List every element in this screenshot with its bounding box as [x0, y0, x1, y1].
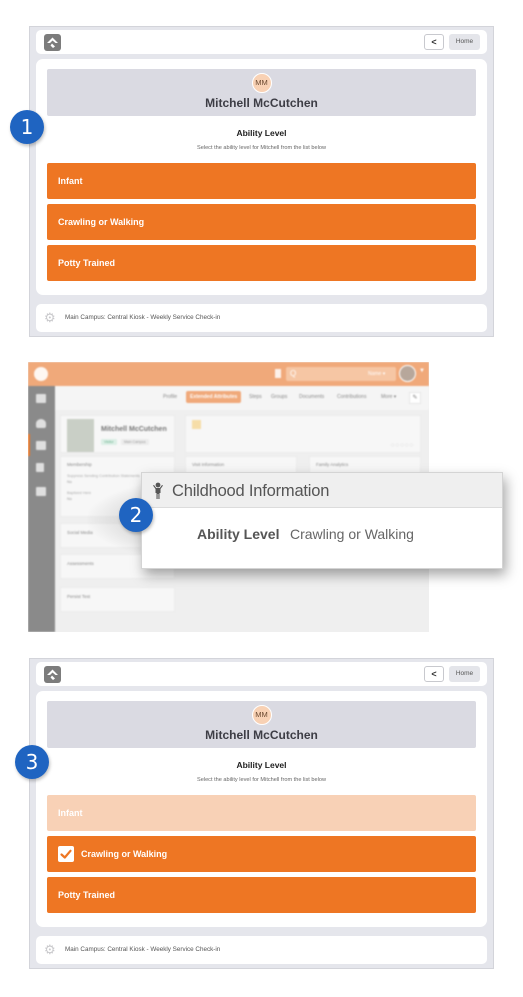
kiosk-footer: ⚙ Main Campus: Central Kiosk - Weekly Se… — [36, 304, 487, 332]
step-badge-3: 3 — [15, 745, 49, 779]
page-subtitle: Select the ability level for Mitchell fr… — [196, 145, 327, 151]
kiosk-footer: ⚙ Main Campus: Central Kiosk - Weekly Se… — [36, 936, 487, 964]
kiosk-screen-selected: < Home MM Mitchell McCutchen Ability Lev… — [29, 658, 494, 969]
status-badge: Visitor — [101, 439, 117, 445]
persist-test-heading: Persist Test — [67, 594, 91, 599]
child-icon — [152, 482, 164, 500]
ability-level-label: Ability Level — [197, 526, 280, 542]
gear-icon[interactable]: ⚙ — [44, 943, 57, 956]
rock-sidebar — [28, 386, 55, 632]
person-banner: MM Mitchell McCutchen — [47, 701, 476, 748]
panel-header: Childhood Information — [142, 473, 502, 508]
option-infant[interactable]: Infant — [47, 163, 476, 199]
back-button[interactable]: < — [424, 666, 444, 682]
person-name: Mitchell McCutchen — [101, 426, 167, 433]
search-type-dropdown[interactable]: Name ▾ — [368, 367, 385, 381]
dashboard-icon[interactable] — [36, 394, 46, 403]
home-button[interactable]: Home — [449, 666, 480, 682]
avatar: MM — [251, 705, 272, 725]
ability-level-value: Crawling or Walking — [290, 526, 414, 542]
family-icon — [192, 420, 201, 429]
tab-profile[interactable]: Profile — [163, 394, 177, 400]
badges-row: ○○○○○ — [390, 442, 414, 449]
chevron-down-icon[interactable]: ▼ — [419, 368, 425, 374]
home-button[interactable]: Home — [449, 34, 480, 50]
admin-icon[interactable] — [36, 487, 46, 496]
tab-steps[interactable]: Steps — [249, 394, 262, 400]
step-badge-1: 1 — [10, 110, 44, 144]
option-infant[interactable]: Infant — [47, 795, 476, 831]
person-bio-card: Mitchell McCutchen Visitor Main Campus — [60, 415, 175, 453]
campus-badge: Main Campus — [121, 439, 149, 445]
person-photo — [67, 419, 94, 452]
person-banner: MM Mitchell McCutchen — [47, 69, 476, 116]
user-avatar[interactable] — [399, 365, 416, 382]
kiosk-main-card: MM Mitchell McCutchen Ability Level Sele… — [36, 59, 487, 295]
wrench-icon[interactable] — [36, 463, 44, 472]
tab-more[interactable]: More ▾ — [381, 394, 396, 400]
bookmark-icon[interactable] — [275, 369, 281, 378]
kiosk-location: Main Campus: Central Kiosk - Weekly Serv… — [65, 946, 221, 953]
profile-tabs: Profile Extended Attributes Steps Groups… — [55, 386, 429, 410]
option-potty-trained[interactable]: Potty Trained — [47, 245, 476, 281]
kiosk-header: < Home — [36, 662, 487, 686]
finance-icon[interactable] — [36, 441, 46, 450]
gear-icon[interactable]: ⚙ — [44, 311, 57, 324]
sidebar-active-indicator — [28, 434, 30, 456]
option-crawling-or-walking[interactable]: Crawling or Walking — [47, 204, 476, 240]
step-badge-2: 2 — [119, 498, 153, 532]
persist-test-card: Persist Test — [60, 587, 175, 612]
tab-extended-attributes[interactable]: Extended Attributes — [186, 391, 242, 403]
rock-logo-icon[interactable] — [44, 34, 61, 51]
search-icon: Q — [290, 369, 297, 378]
family-card: ○○○○○ — [185, 415, 421, 453]
tab-documents[interactable]: Documents — [299, 394, 324, 400]
person-name: Mitchell McCutchen — [205, 728, 318, 742]
page-title: Ability Level — [236, 760, 287, 770]
back-button[interactable]: < — [424, 34, 444, 50]
checkbox-checked-icon[interactable] — [58, 845, 74, 862]
rock-logo-icon[interactable] — [34, 367, 48, 381]
option-crawling-or-walking-selected[interactable]: Crawling or Walking — [47, 836, 476, 872]
option-potty-trained[interactable]: Potty Trained — [47, 877, 476, 913]
childhood-information-panel: Childhood Information Ability Level Craw… — [141, 472, 503, 569]
kiosk-screen-initial: < Home MM Mitchell McCutchen Ability Lev… — [29, 26, 494, 337]
kiosk-main-card: MM Mitchell McCutchen Ability Level Sele… — [36, 691, 487, 927]
person-name: Mitchell McCutchen — [205, 96, 318, 110]
tab-groups[interactable]: Groups — [271, 394, 287, 400]
edit-pencil-icon[interactable]: ✎ — [409, 392, 421, 404]
person-icon[interactable] — [36, 419, 46, 428]
panel-title: Childhood Information — [172, 482, 330, 500]
suppress-value: No — [67, 480, 72, 484]
visit-info-heading: Visit Information — [192, 462, 225, 467]
baptized-value: No — [67, 497, 72, 501]
page-title: Ability Level — [236, 128, 287, 138]
membership-heading: Membership — [67, 462, 92, 467]
rock-logo-icon[interactable] — [44, 666, 61, 683]
kiosk-location: Main Campus: Central Kiosk - Weekly Serv… — [65, 314, 221, 321]
family-analytics-heading: Family Analytics — [316, 462, 349, 467]
kiosk-header: < Home — [36, 30, 487, 54]
avatar: MM — [251, 73, 272, 93]
option-label: Crawling or Walking — [81, 849, 168, 859]
tab-contributions[interactable]: Contributions — [337, 394, 366, 400]
page-subtitle: Select the ability level for Mitchell fr… — [196, 777, 327, 783]
rock-topbar: Q Name ▾ ▼ — [28, 362, 429, 386]
